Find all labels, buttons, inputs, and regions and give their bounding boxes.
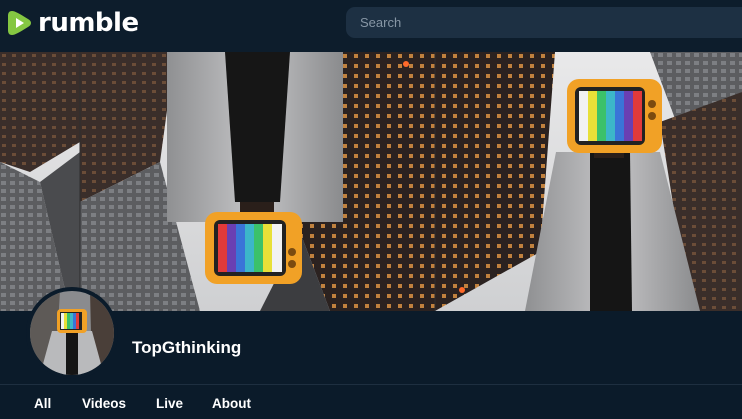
rumble-play-icon <box>8 11 31 35</box>
channel-banner <box>0 52 742 311</box>
tab-videos[interactable]: Videos <box>82 396 126 411</box>
logo-text: rumble <box>38 8 139 38</box>
tab-about[interactable]: About <box>212 396 251 411</box>
search-input[interactable] <box>346 7 742 38</box>
tab-live[interactable]: Live <box>156 396 183 411</box>
rumble-logo[interactable]: rumble <box>6 8 139 38</box>
channel-info-bar: TopGthinking All Videos Live About <box>0 287 742 419</box>
channel-avatar[interactable] <box>26 287 118 379</box>
banner-image <box>0 52 742 311</box>
channel-tabs: All Videos Live About <box>0 385 742 419</box>
avatar-image <box>30 291 114 375</box>
tab-all[interactable]: All <box>34 396 51 411</box>
channel-name: TopGthinking <box>132 338 242 357</box>
top-header: rumble <box>0 0 742 52</box>
